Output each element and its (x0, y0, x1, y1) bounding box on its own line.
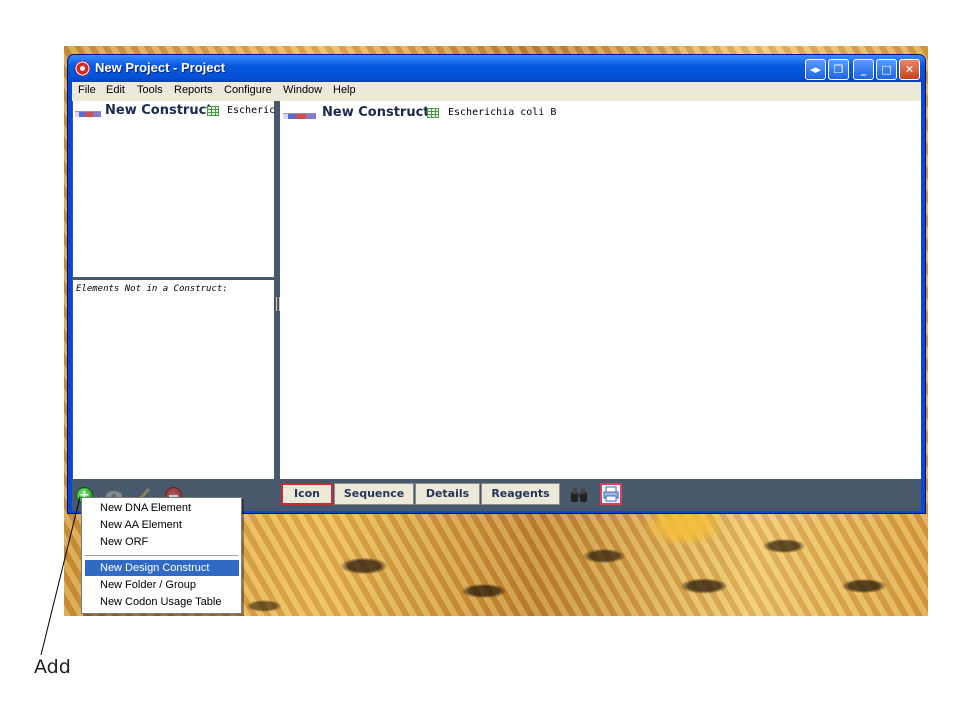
tab-icon[interactable]: Icon (281, 483, 333, 505)
printer-icon (603, 486, 619, 502)
construct-view-panel[interactable]: New Construct Escherichia coli B (280, 101, 921, 479)
menu-new-aa-element[interactable]: New AA Element (82, 517, 239, 533)
project-window: New Project - Project ◂▸ ❐ _ □ ✕ File Ed… (67, 54, 926, 514)
construct-name: New Construct (322, 105, 430, 120)
client-area: New Construct Escherich Elements Not in … (72, 101, 921, 511)
table-icon (207, 106, 219, 116)
menu-bar: File Edit Tools Reports Configure Window… (72, 82, 921, 101)
elements-not-in-construct-label: Elements Not in a Construct: (76, 284, 228, 294)
print-button[interactable] (600, 483, 622, 505)
menu-new-dna-element[interactable]: New DNA Element (82, 500, 239, 516)
menu-configure[interactable]: Configure (224, 84, 272, 96)
tab-sequence[interactable]: Sequence (334, 483, 414, 505)
menu-new-codon-usage-table[interactable]: New Codon Usage Table (82, 594, 239, 610)
minimize-button[interactable]: _ (853, 59, 874, 80)
construct-map-icon (283, 113, 316, 119)
window-title: New Project - Project (95, 60, 226, 75)
minimize-icon: _ (860, 63, 867, 76)
construct-map-icon (75, 111, 101, 117)
binoculars-icon[interactable] (570, 487, 588, 503)
organism-label: Escherichia coli B (448, 107, 557, 118)
restore-panel-button[interactable]: ◂▸ (805, 59, 826, 80)
callout-label: Add (34, 656, 71, 678)
tab-reagents[interactable]: Reagents (481, 483, 560, 505)
add-popup-menu: New DNA Element New AA Element New ORF N… (81, 497, 242, 614)
maximize-icon: □ (881, 63, 892, 76)
close-button[interactable]: ✕ (899, 59, 920, 80)
menu-window[interactable]: Window (283, 84, 322, 96)
table-icon (427, 108, 439, 118)
menu-separator (85, 555, 238, 556)
menu-file[interactable]: File (78, 84, 96, 96)
title-bar[interactable]: New Project - Project ◂▸ ❐ _ □ ✕ (68, 55, 925, 82)
arrows-icon: ◂▸ (809, 63, 822, 76)
maximize-button[interactable]: □ (876, 59, 897, 80)
menu-tools[interactable]: Tools (137, 84, 163, 96)
menu-new-orf[interactable]: New ORF (82, 534, 239, 550)
constructs-panel[interactable]: New Construct Escherich (73, 101, 274, 277)
close-icon: ✕ (904, 63, 915, 76)
detach-button[interactable]: ❐ (828, 59, 849, 80)
menu-edit[interactable]: Edit (106, 84, 125, 96)
menu-help[interactable]: Help (333, 84, 356, 96)
construct-name: New Construct (105, 103, 213, 118)
organism-label: Escherich (227, 105, 274, 116)
menu-reports[interactable]: Reports (174, 84, 213, 96)
tab-details[interactable]: Details (415, 483, 480, 505)
menu-new-design-construct[interactable]: New Design Construct (85, 560, 239, 576)
unassigned-elements-panel[interactable]: Elements Not in a Construct: (73, 280, 274, 479)
menu-new-folder-group[interactable]: New Folder / Group (82, 577, 239, 593)
app-icon (75, 61, 90, 76)
window-icon: ❐ (833, 63, 844, 76)
